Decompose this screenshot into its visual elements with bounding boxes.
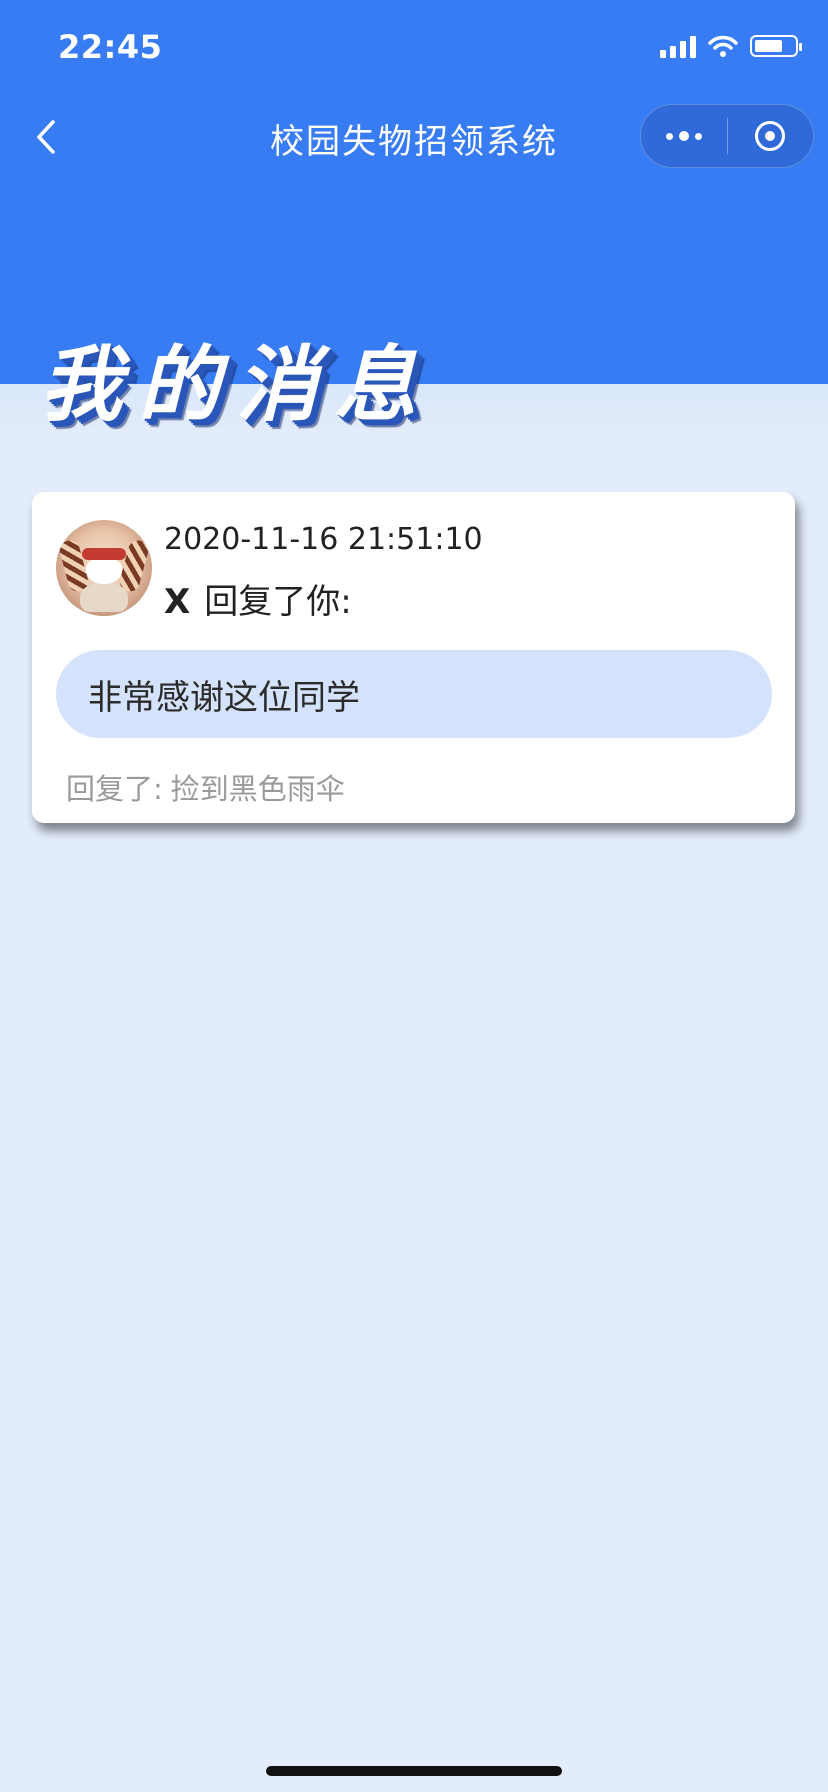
sender-name: X [164, 582, 191, 622]
message-content: 非常感谢这位同学 [88, 677, 360, 718]
battery-icon [750, 35, 802, 57]
more-dots-icon [665, 131, 702, 141]
wifi-icon [708, 35, 738, 57]
target-circle-icon [755, 121, 786, 151]
battery-level [755, 40, 782, 52]
status-icons [660, 34, 802, 58]
close-mini-program-button[interactable] [728, 105, 814, 167]
mini-program-capsule [640, 104, 814, 168]
user-avatar [56, 520, 152, 616]
more-button[interactable] [641, 105, 727, 167]
reply-target: 捡到黑色雨伞 [170, 772, 345, 806]
reply-label: 回复了: [66, 772, 163, 806]
signal-icon [660, 34, 696, 58]
message-sender-line: X 回复了你: [164, 574, 352, 623]
status-time: 22:45 [58, 28, 163, 66]
home-indicator [266, 1766, 562, 1776]
page-title: 我的消息 [40, 338, 432, 433]
message-time: 2020-11-16 21:51:10 [164, 522, 483, 557]
message-card[interactable]: 2020-11-16 21:51:10 X 回复了你: 非常感谢这位同学 回复了… [32, 492, 795, 823]
reply-reference[interactable]: 回复了: 捡到黑色雨伞 [66, 766, 345, 808]
sender-action: 回复了你: [204, 582, 352, 622]
message-content-bubble: 非常感谢这位同学 [56, 650, 772, 738]
